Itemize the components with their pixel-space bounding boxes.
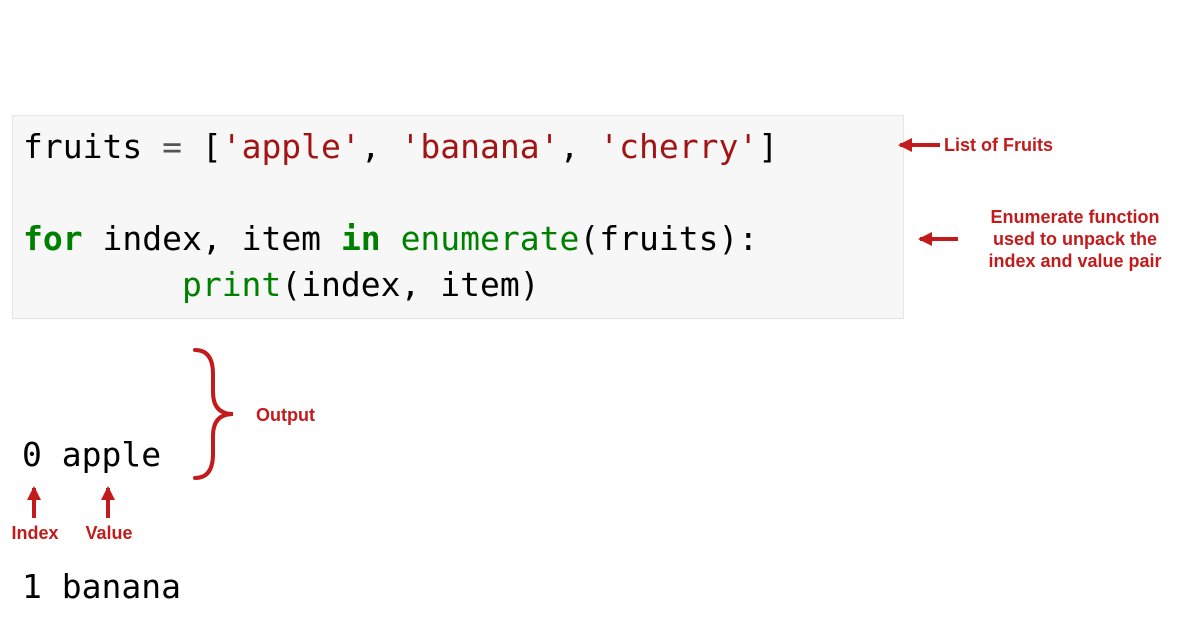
curly-brace-icon [190, 344, 240, 484]
code-token-lbracket: [ [202, 127, 222, 166]
code-token-sp [321, 219, 341, 258]
code-token-assign: = [142, 127, 202, 166]
code-token-rparen: ) [718, 219, 738, 258]
anno-list-of-fruits: List of Fruits [944, 134, 1084, 156]
code-token-rbracket: ] [758, 127, 778, 166]
output-row: 1 banana [22, 565, 181, 609]
code-token-lparen: ( [281, 265, 301, 304]
code-token-var: fruits [23, 127, 142, 166]
arrow-left-icon [900, 143, 940, 147]
code-token-sp [381, 219, 401, 258]
code-token-sp [83, 219, 103, 258]
code-token-arg: fruits [599, 219, 718, 258]
code-token-print: print [182, 265, 281, 304]
output-value: apple [62, 435, 161, 474]
code-token-arg1: index [301, 265, 400, 304]
code-token-item: item [242, 219, 321, 258]
code-token-comma: , [401, 265, 441, 304]
arrow-up-icon [106, 488, 110, 518]
code-token-for: for [23, 219, 83, 258]
code-token-comma1: , [361, 127, 401, 166]
code-line-1: fruits = ['apple', 'banana', 'cherry'] [23, 124, 893, 170]
diagram-canvas: fruits = ['apple', 'banana', 'cherry'] f… [0, 0, 1200, 630]
output-row: 0 apple [22, 433, 181, 477]
code-token-str3: 'cherry' [599, 127, 758, 166]
output-index: 1 [22, 567, 42, 606]
arrow-up-icon [32, 488, 36, 518]
code-line-3: for index, item in enumerate(fruits): [23, 216, 893, 262]
code-token-lparen: ( [579, 219, 599, 258]
anno-enumerate: Enumerate function used to unpack the in… [968, 206, 1182, 272]
code-token-indent [23, 265, 182, 304]
code-block: fruits = ['apple', 'banana', 'cherry'] f… [12, 115, 904, 319]
code-token-str1: 'apple' [222, 127, 361, 166]
code-token-rparen: ) [520, 265, 540, 304]
anno-output: Output [256, 404, 336, 426]
code-token-arg2: item [440, 265, 519, 304]
code-token-comma2: , [559, 127, 599, 166]
code-token-enumerate: enumerate [401, 219, 580, 258]
output-index: 0 [22, 435, 42, 474]
output-value: banana [62, 567, 181, 606]
anno-index: Index [10, 522, 60, 544]
code-token-index: index [102, 219, 201, 258]
arrow-left-icon [920, 237, 958, 241]
code-token-in: in [341, 219, 381, 258]
code-token-comma: , [202, 219, 242, 258]
code-line-blank [23, 170, 893, 216]
code-line-4: print(index, item) [23, 262, 893, 308]
code-token-str2: 'banana' [401, 127, 560, 166]
code-token-colon: : [738, 219, 758, 258]
anno-value: Value [84, 522, 134, 544]
